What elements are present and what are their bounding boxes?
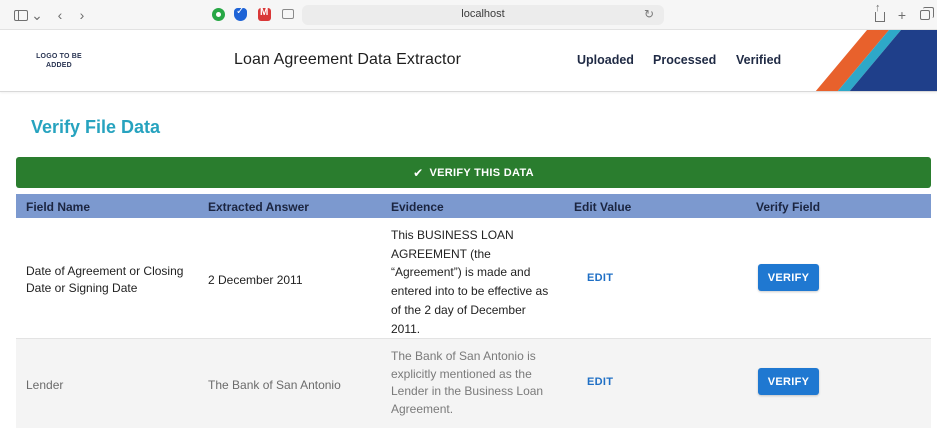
edit-button[interactable]: EDIT xyxy=(587,272,613,284)
evidence-line: This BUSINESS LOAN xyxy=(391,228,514,242)
evidence-line: of the 2 day of December xyxy=(391,302,526,317)
extracted-answer-cell: The Bank of San Antonio xyxy=(208,378,341,392)
url-text: localhost xyxy=(461,8,505,20)
evidence-line: Lender in the Business Loan xyxy=(391,384,544,398)
sidebar-icon[interactable] xyxy=(12,7,30,23)
reader-icon[interactable] xyxy=(282,9,294,19)
column-header-extracted-answer: Extracted Answer xyxy=(208,200,309,214)
evidence-line: entered into to be effective as xyxy=(391,284,549,299)
back-icon[interactable]: ‹ xyxy=(54,7,66,23)
header-decoration xyxy=(815,30,937,91)
tabs-overview-icon[interactable] xyxy=(918,7,934,23)
share-icon[interactable] xyxy=(874,0,886,23)
table-row: Lender The Bank of San Antonio The Bank … xyxy=(16,338,931,428)
column-header-evidence: Evidence xyxy=(391,200,444,214)
table-row: Date of Agreement or Closing Date or Sig… xyxy=(16,218,931,338)
verify-field-button[interactable]: VERIFY xyxy=(758,264,819,291)
field-name-cell: Lender xyxy=(26,378,64,392)
logo-placeholder: LOGO TO BE ADDED xyxy=(36,53,82,69)
verify-field-button[interactable]: VERIFY xyxy=(758,368,819,395)
shield-check-icon[interactable] xyxy=(234,6,247,21)
evidence-line: explicitly mentioned as the xyxy=(391,366,532,381)
reload-icon[interactable]: ↻ xyxy=(644,7,654,21)
evidence-cell: The Bank of San Antonio is explicitly me… xyxy=(391,348,563,418)
evidence-line: 2011. xyxy=(391,321,421,336)
evidence-cell: This BUSINESS LOAN AGREEMENT (the “Agree… xyxy=(391,226,563,338)
browser-toolbar: ⌄ ‹ › localhost ↻ + xyxy=(0,0,937,30)
app-header: LOGO TO BE ADDED Loan Agreement Data Ext… xyxy=(0,30,937,92)
table-header: Field Name Extracted Answer Evidence Edi… xyxy=(16,194,931,218)
nav-verified[interactable]: Verified xyxy=(736,53,781,67)
column-header-field-name: Field Name xyxy=(26,200,91,214)
chevron-down-icon[interactable]: ⌄ xyxy=(31,7,43,23)
evidence-line: “Agreement”) is made and xyxy=(391,265,531,280)
mail-icon[interactable] xyxy=(258,7,271,21)
field-name-cell: Date of Agreement or Closing Date or Sig… xyxy=(26,264,184,295)
address-bar[interactable]: localhost ↻ xyxy=(302,5,664,25)
edit-button[interactable]: EDIT xyxy=(587,376,613,388)
page-title: Verify File Data xyxy=(31,117,161,137)
nav-uploaded[interactable]: Uploaded xyxy=(577,53,634,67)
grammarly-icon[interactable] xyxy=(212,8,225,21)
forward-icon[interactable]: › xyxy=(76,7,88,23)
check-icon: ✔ xyxy=(413,165,424,180)
evidence-line: The Bank of San Antonio is xyxy=(391,349,536,363)
evidence-line: AGREEMENT (the xyxy=(391,246,491,261)
app-title: Loan Agreement Data Extractor xyxy=(234,51,462,68)
nav-processed[interactable]: Processed xyxy=(653,53,716,67)
new-tab-icon[interactable]: + xyxy=(896,7,908,23)
column-header-verify-field: Verify Field xyxy=(756,200,821,214)
verify-all-button[interactable]: ✔ VERIFY THIS DATA xyxy=(16,157,931,188)
extracted-answer-cell: 2 December 2011 xyxy=(208,273,303,287)
verify-all-label: VERIFY THIS DATA xyxy=(429,166,534,179)
column-header-edit-value: Edit Value xyxy=(574,200,632,214)
evidence-line: Agreement. xyxy=(391,401,454,416)
